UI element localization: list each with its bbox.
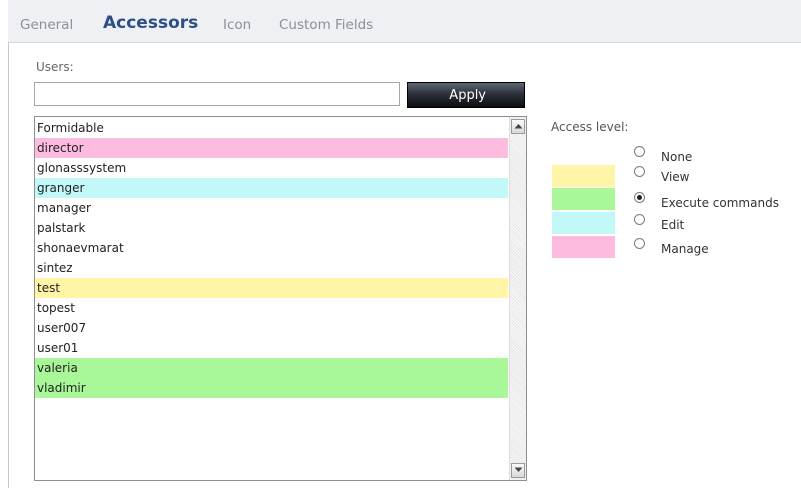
tab-accessors[interactable]: Accessors	[103, 13, 198, 33]
radio-label: Edit	[661, 218, 685, 232]
list-item[interactable]: shonaevmarat	[35, 238, 508, 258]
radio-label: View	[661, 170, 690, 184]
scrollbar[interactable]	[509, 117, 526, 480]
list-item[interactable]: user007	[35, 318, 508, 338]
apply-button[interactable]: Apply	[407, 82, 525, 108]
radio-label: Execute commands	[661, 196, 779, 210]
swatch-view	[552, 165, 615, 187]
radio-manage[interactable]: Manage	[634, 238, 709, 258]
list-item[interactable]: glonasssystem	[35, 158, 508, 178]
swatch-edit	[552, 212, 615, 234]
list-item[interactable]: sintez	[35, 258, 508, 278]
tab-custom-fields[interactable]: Custom Fields	[279, 17, 373, 33]
radio-edit[interactable]: Edit	[634, 214, 684, 234]
users-input[interactable]	[34, 82, 400, 106]
radio-execute[interactable]: Execute commands	[634, 192, 779, 212]
list-item[interactable]: topest	[35, 298, 508, 318]
access-level-label: Access level:	[551, 120, 629, 134]
list-item[interactable]: director	[35, 138, 508, 158]
radio-unchecked-icon[interactable]	[634, 214, 645, 225]
swatch-execute	[552, 188, 615, 210]
swatch-manage	[552, 236, 615, 258]
radio-label: None	[661, 150, 693, 164]
scroll-up-arrow-icon[interactable]	[511, 119, 525, 134]
users-listbox[interactable]: Formidable director glonasssystem granger ma…	[34, 116, 527, 481]
tab-bar: General Accessors Icon Custom Fields	[8, 0, 801, 43]
list-item[interactable]: palstark	[35, 218, 508, 238]
users-label: Users:	[36, 60, 74, 74]
list-item[interactable]: user01	[35, 338, 508, 358]
radio-label: Manage	[661, 242, 709, 256]
list-item[interactable]: manager	[35, 198, 508, 218]
list-item[interactable]: vladimir	[35, 378, 508, 398]
tab-general[interactable]: General	[20, 17, 73, 33]
list-item[interactable]: Formidable	[35, 118, 508, 138]
panel-border	[8, 42, 9, 488]
radio-dot-icon	[637, 195, 642, 200]
radio-unchecked-icon[interactable]	[634, 146, 645, 157]
list-item[interactable]: test	[35, 278, 508, 298]
tab-icon[interactable]: Icon	[223, 17, 251, 33]
list-item[interactable]: valeria	[35, 358, 508, 378]
radio-unchecked-icon[interactable]	[634, 238, 645, 249]
radio-unchecked-icon[interactable]	[634, 166, 645, 177]
radio-none[interactable]: None	[634, 146, 692, 166]
list-item[interactable]: granger	[35, 178, 508, 198]
users-list: Formidable director glonasssystem granger ma…	[35, 118, 508, 398]
radio-view[interactable]: View	[634, 166, 689, 186]
radio-checked-icon[interactable]	[634, 192, 645, 203]
scroll-down-arrow-icon[interactable]	[511, 463, 525, 478]
